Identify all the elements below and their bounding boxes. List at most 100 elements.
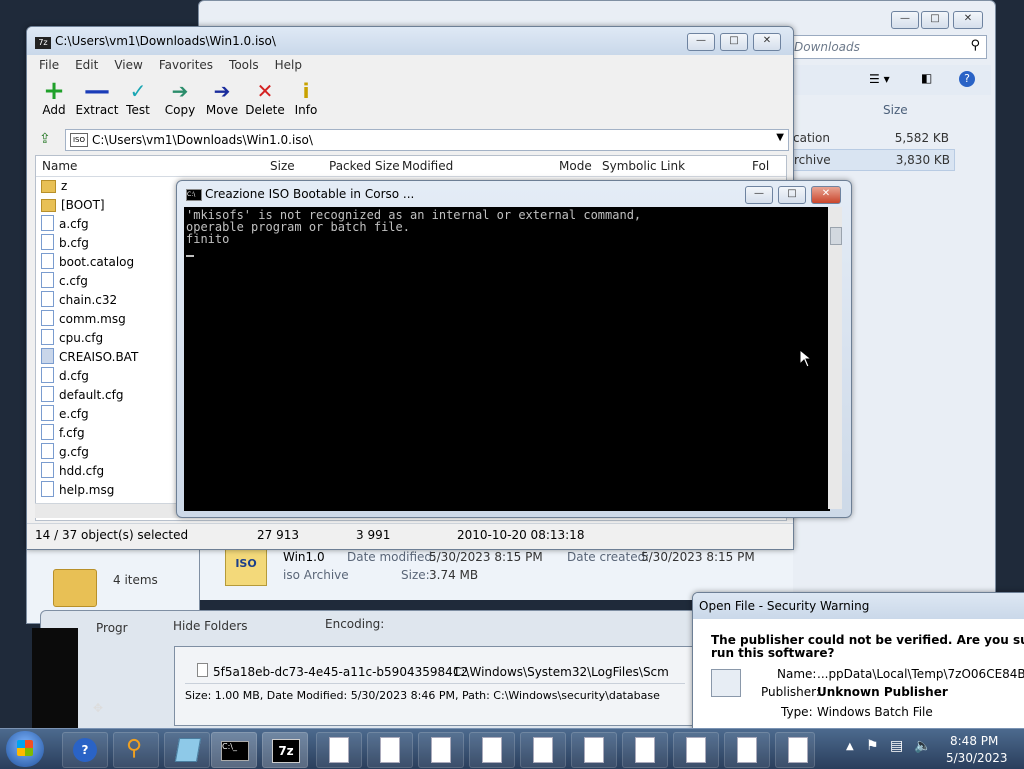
taskbar-doc[interactable] <box>673 732 719 768</box>
network-icon[interactable]: ▤ <box>890 738 903 754</box>
close-button[interactable]: ✕ <box>811 186 841 204</box>
col-packed-size[interactable]: Packed Size <box>329 156 400 176</box>
horizontal-scrollbar[interactable] <box>35 503 185 518</box>
col-symbolic-link[interactable]: Symbolic Link <box>602 156 685 176</box>
encoding-label: Encoding: <box>325 617 385 631</box>
console-titlebar[interactable]: C:\ Creazione ISO Bootable in Corso ... … <box>177 181 851 205</box>
taskbar-doc[interactable] <box>520 732 566 768</box>
taskbar-doc[interactable] <box>775 732 815 768</box>
list-item[interactable]: boot.catalog <box>41 253 134 272</box>
list-item[interactable]: b.cfg <box>41 234 89 253</box>
menu-file[interactable]: File <box>31 55 67 75</box>
address-bar[interactable]: ISO C:\Users\vm1\Downloads\Win1.0.iso\ ▼ <box>65 129 789 151</box>
security-warning-dialog[interactable]: Open File - Security Warning The publish… <box>692 592 1024 734</box>
up-folder-icon[interactable]: ⇪ <box>39 131 51 147</box>
col-size[interactable]: Size <box>270 156 295 176</box>
list-item[interactable]: c.cfg <box>41 272 88 291</box>
view-options-icon[interactable]: ☰ ▾ <box>869 72 890 86</box>
explorer-search-box[interactable]: Downloads ⚲ <box>789 35 987 59</box>
list-item[interactable]: chain.c32 <box>41 291 117 310</box>
minimize-button[interactable]: — <box>891 11 919 29</box>
list-item[interactable]: comm.msg <box>41 310 126 329</box>
list-item[interactable]: default.cfg <box>41 386 123 405</box>
scroll-thumb[interactable] <box>830 227 842 245</box>
console-output[interactable]: 'mkisofs' is not recognized as an intern… <box>184 207 830 511</box>
menu-help[interactable]: Help <box>267 55 310 75</box>
copy-button[interactable]: ➔ Copy <box>158 79 202 117</box>
info-button[interactable]: i Info <box>284 79 328 117</box>
flag-icon[interactable]: ⚑ <box>866 738 879 754</box>
file-icon <box>41 481 54 497</box>
menu-edit[interactable]: Edit <box>67 55 106 75</box>
taskbar-doc[interactable] <box>367 732 413 768</box>
7zip-titlebar[interactable]: 7z C:\Users\vm1\Downloads\Win1.0.iso\ — … <box>27 27 793 55</box>
list-item[interactable]: d.cfg <box>41 367 89 386</box>
test-button[interactable]: ✓ Test <box>116 79 160 117</box>
col-name[interactable]: Name <box>42 156 77 176</box>
list-item[interactable]: f.cfg <box>41 424 85 443</box>
taskbar-doc[interactable] <box>622 732 668 768</box>
minimize-button[interactable]: — <box>745 186 773 204</box>
taskbar-help[interactable]: ? <box>62 732 108 768</box>
taskbar-doc[interactable] <box>316 732 362 768</box>
taskbar-notepad[interactable] <box>164 732 210 768</box>
file-name: cpu.cfg <box>59 331 104 345</box>
delete-button[interactable]: ✕ Delete <box>243 79 287 117</box>
chevron-down-icon[interactable]: ▼ <box>776 132 784 143</box>
list-item[interactable]: cpu.cfg <box>41 329 103 348</box>
minimize-button[interactable]: — <box>687 33 715 51</box>
taskbar-cmd[interactable]: C:\_ <box>211 732 257 768</box>
preview-pane-icon[interactable]: ◧ <box>921 71 932 85</box>
close-button[interactable]: ✕ <box>953 11 983 29</box>
maximize-button[interactable]: □ <box>921 11 949 29</box>
add-button-label: Add <box>42 103 66 117</box>
menu-view[interactable]: View <box>106 55 150 75</box>
extract-button[interactable]: — Extract <box>75 78 119 117</box>
items-count: 4 items <box>113 573 158 587</box>
list-item[interactable]: a.cfg <box>41 215 89 234</box>
list-item[interactable]: hdd.cfg <box>41 462 104 481</box>
explorer-col-size[interactable]: Size <box>883 103 908 117</box>
taskbar-7zip[interactable]: 7z <box>262 732 308 768</box>
add-button[interactable]: + Add <box>32 78 76 117</box>
prog-label: Progr <box>96 621 128 635</box>
taskbar-doc[interactable] <box>469 732 515 768</box>
list-item[interactable]: z <box>41 177 67 196</box>
start-button[interactable] <box>6 731 44 767</box>
logfile-status-text: Size: 1.00 MB, Date Modified: 5/30/2023 … <box>185 689 660 702</box>
taskbar-search[interactable]: ⚲ <box>113 732 159 768</box>
list-item[interactable]: help.msg <box>41 481 114 500</box>
hide-folders-button[interactable]: Hide Folders <box>173 619 248 633</box>
col-folder[interactable]: Fol <box>752 156 769 176</box>
explorer-row-selected[interactable]: rchive 3,830 KB <box>793 149 955 171</box>
col-mode[interactable]: Mode <box>559 156 592 176</box>
volume-muted-icon[interactable]: 🔈 <box>914 738 931 754</box>
security-titlebar[interactable]: Open File - Security Warning <box>693 593 1024 619</box>
vertical-scrollbar[interactable] <box>828 207 842 509</box>
taskbar-peek-strip <box>32 628 78 728</box>
list-item[interactable]: g.cfg <box>41 443 89 462</box>
close-button[interactable]: ✕ <box>753 33 781 51</box>
list-item[interactable]: [BOOT] <box>41 196 105 215</box>
menu-tools[interactable]: Tools <box>221 55 267 75</box>
clock-date[interactable]: 5/30/2023 <box>946 751 1008 765</box>
move-handle-icon[interactable]: ✥ <box>93 701 103 715</box>
show-hidden-icons[interactable]: ▲ <box>846 741 854 752</box>
col-modified[interactable]: Modified <box>402 156 453 176</box>
taskbar-doc[interactable] <box>571 732 617 768</box>
search-icon[interactable]: ⚲ <box>970 38 980 53</box>
taskbar-doc[interactable] <box>724 732 770 768</box>
taskbar-doc[interactable] <box>418 732 464 768</box>
move-button[interactable]: ➔ Move <box>200 79 244 117</box>
console-window[interactable]: C:\ Creazione ISO Bootable in Corso ... … <box>176 180 852 518</box>
status-size: 27 913 <box>257 528 299 542</box>
clock-time[interactable]: 8:48 PM <box>950 734 998 748</box>
explorer-row[interactable]: cation 5,582 KB <box>793 129 953 147</box>
list-item[interactable]: CREAISO.BAT <box>41 348 138 367</box>
maximize-button[interactable]: □ <box>720 33 748 51</box>
help-icon[interactable]: ? <box>959 71 975 87</box>
maximize-button[interactable]: □ <box>778 186 806 204</box>
list-item[interactable]: e.cfg <box>41 405 89 424</box>
menu-favorites[interactable]: Favorites <box>151 55 221 75</box>
list-item[interactable]: 5f5a18eb-dc73-4e45-a11c-b59043598412 C:\… <box>197 663 687 681</box>
